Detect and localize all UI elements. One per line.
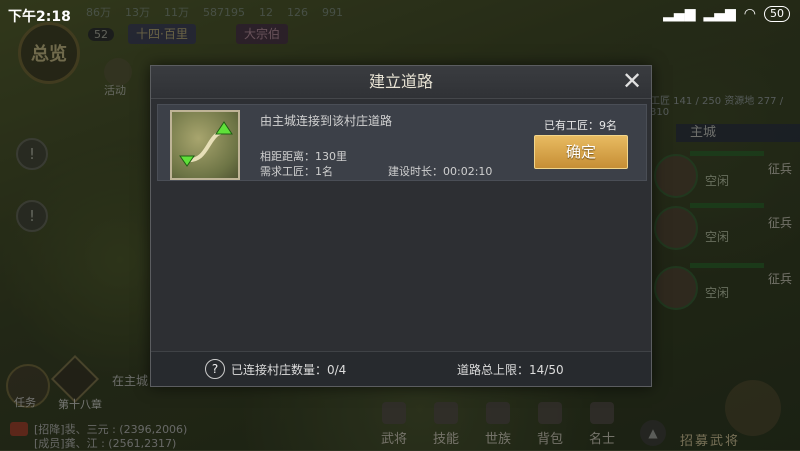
route-title: 由主城连接到该村庄道路	[260, 114, 393, 128]
confirm-button[interactable]: 确定	[534, 135, 628, 169]
build-road-dialog: 建立道路 ✕ 由主城连接到该村庄道路 相距距离：130里 需求工匠：1名 建设时…	[150, 65, 652, 387]
build-time: 建设时长：00:02:10	[388, 165, 493, 178]
signal-icon: ▂▄▆	[703, 6, 736, 22]
help-icon[interactable]: ?	[205, 359, 225, 379]
system-status-bar: 下午2:18 ▂▄▆ ▂▄▆ ◠ 50	[0, 0, 800, 28]
road-total-limit: 道路总上限：14/50	[457, 363, 564, 377]
road-path-icon	[179, 121, 233, 167]
dialog-title: 建立道路	[151, 66, 651, 99]
route-distance: 相距距离：130里	[260, 150, 347, 163]
battery-icon: 50	[764, 6, 790, 22]
clock: 下午2:18	[8, 9, 71, 25]
road-map-thumbnail	[170, 110, 240, 180]
signal-icon: ▂▄▆	[663, 6, 696, 22]
route-option: 由主城连接到该村庄道路 相距距离：130里 需求工匠：1名 建设时长：00:02…	[157, 104, 647, 181]
workers-needed: 需求工匠：1名	[260, 165, 333, 178]
workers-available: 已有工匠：9名	[544, 119, 617, 132]
dialog-footer: ? 已连接村庄数量：0/4 道路总上限：14/50	[151, 351, 651, 386]
close-icon[interactable]: ✕	[619, 69, 645, 95]
wifi-icon: ◠	[743, 6, 756, 22]
connected-villages-count: 已连接村庄数量：0/4	[231, 363, 347, 377]
